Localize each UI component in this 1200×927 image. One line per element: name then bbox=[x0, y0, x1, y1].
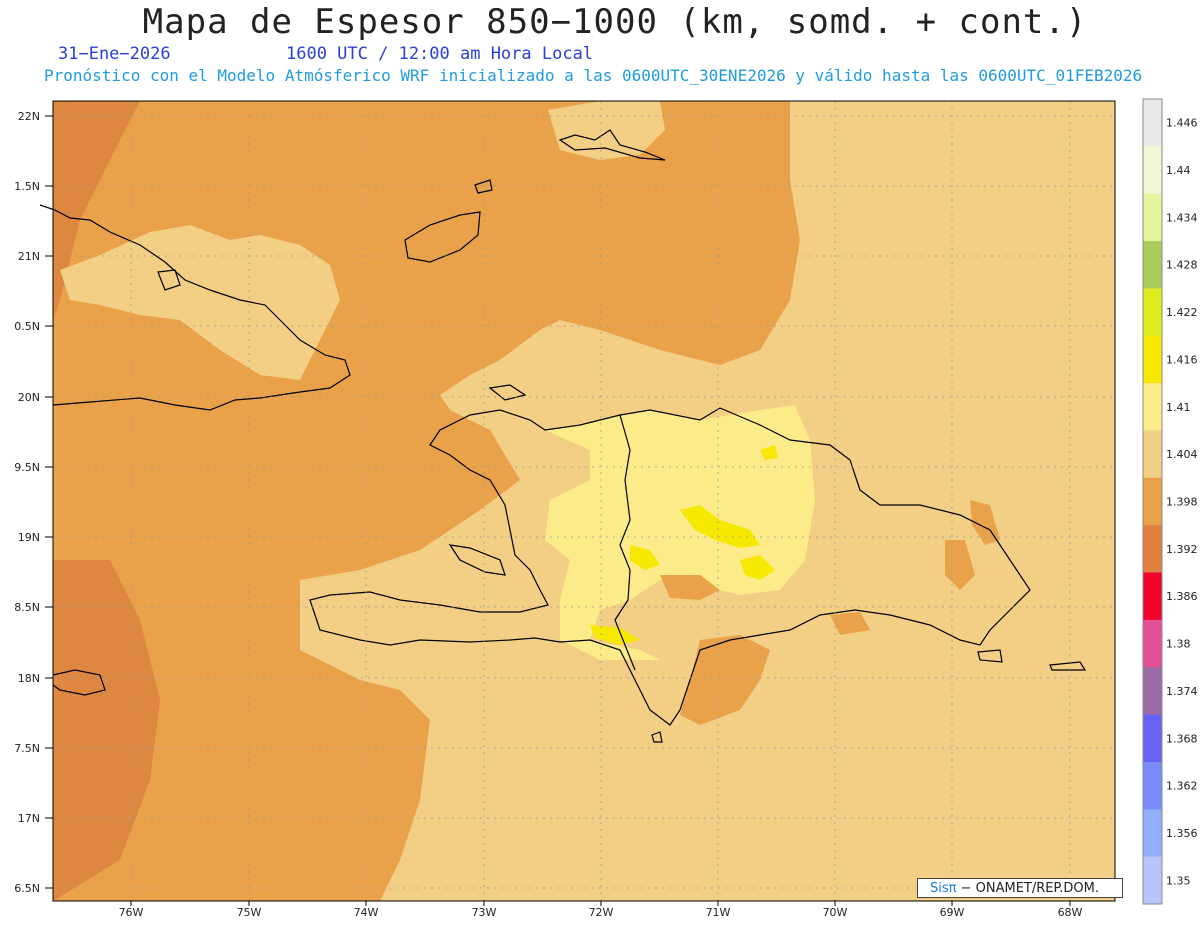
lat-label: 17N bbox=[18, 812, 40, 825]
colorbar-label: 1.386 bbox=[1166, 590, 1198, 603]
lat-label: 0.5N bbox=[14, 320, 40, 333]
colorbar-swatch bbox=[1143, 99, 1162, 147]
lat-axis: 22N 1.5N 21N 0.5N 20N 9.5N 19N 8.5N 18N … bbox=[14, 110, 40, 895]
colorbar-swatch bbox=[1143, 146, 1162, 195]
colorbar-label: 1.356 bbox=[1166, 827, 1198, 840]
colorbar-label: 1.35 bbox=[1166, 874, 1191, 887]
lon-label: 68W bbox=[1058, 906, 1083, 919]
sis-logo: Sisπ bbox=[930, 881, 957, 896]
lon-label: 70W bbox=[823, 906, 848, 919]
lat-label: 22N bbox=[18, 110, 40, 123]
colorbar-swatch bbox=[1143, 667, 1162, 716]
lon-label: 74W bbox=[354, 906, 379, 919]
colorbar-swatch bbox=[1143, 241, 1162, 289]
colorbar-swatch bbox=[1143, 572, 1162, 621]
colorbar-swatch bbox=[1143, 809, 1162, 858]
colorbar: 1.446 1.44 1.434 1.428 1.422 1.416 1.41 1.404 1.… bbox=[1142, 98, 1198, 905]
colorbar-swatch bbox=[1143, 856, 1162, 905]
colorbar-swatch bbox=[1143, 193, 1162, 242]
lon-label: 76W bbox=[119, 906, 144, 919]
lat-label: 21N bbox=[18, 250, 40, 263]
lon-axis: 76W 75W 74W 73W 72W 71W 70W 69W 68W bbox=[119, 906, 1083, 919]
lon-label: 71W bbox=[706, 906, 731, 919]
credit-text: − ONAMET/REP.DOM. bbox=[956, 881, 1100, 896]
lat-label: 1.5N bbox=[14, 180, 40, 193]
colorbar-label: 1.368 bbox=[1166, 732, 1198, 745]
lat-label: 7.5N bbox=[14, 742, 40, 755]
lon-ticks bbox=[130, 901, 1071, 906]
colorbar-label: 1.362 bbox=[1166, 780, 1198, 793]
lat-label: 20N bbox=[18, 391, 40, 404]
map-canvas: 22N 1.5N 21N 0.5N 20N 9.5N 19N 8.5N 18N … bbox=[14, 98, 1198, 919]
colorbar-swatch bbox=[1143, 525, 1162, 574]
lat-label: 18N bbox=[18, 672, 40, 685]
lat-ticks bbox=[45, 115, 53, 889]
colorbar-swatch bbox=[1143, 477, 1162, 526]
colorbar-label: 1.392 bbox=[1166, 543, 1198, 556]
credit-box: Sisπ − ONAMET/REP.DOM. bbox=[917, 878, 1123, 898]
colorbar-label: 1.374 bbox=[1166, 685, 1198, 698]
colorbar-label: 1.38 bbox=[1166, 638, 1191, 651]
colorbar-label: 1.416 bbox=[1166, 353, 1198, 366]
colorbar-label: 1.404 bbox=[1166, 448, 1198, 461]
colorbar-swatch bbox=[1143, 383, 1162, 431]
colorbar-swatch bbox=[1143, 714, 1162, 763]
lon-label: 75W bbox=[237, 906, 262, 919]
lon-label: 72W bbox=[589, 906, 614, 919]
colorbar-label: 1.41 bbox=[1166, 401, 1191, 414]
colorbar-label: 1.446 bbox=[1166, 117, 1198, 130]
colorbar-swatch bbox=[1143, 430, 1162, 479]
lon-label: 73W bbox=[472, 906, 497, 919]
colorbar-swatch bbox=[1143, 335, 1162, 384]
lon-label: 69W bbox=[940, 906, 965, 919]
colorbar-label: 1.398 bbox=[1166, 496, 1198, 509]
lat-label: 6.5N bbox=[14, 882, 40, 895]
colorbar-label: 1.422 bbox=[1166, 306, 1198, 319]
colorbar-swatch bbox=[1143, 761, 1162, 810]
colorbar-label: 1.44 bbox=[1166, 164, 1191, 177]
colorbar-label: 1.434 bbox=[1166, 211, 1198, 224]
lat-label: 9.5N bbox=[14, 461, 40, 474]
colorbar-swatch bbox=[1143, 619, 1162, 668]
lat-label: 8.5N bbox=[14, 601, 40, 614]
lat-label: 19N bbox=[18, 531, 40, 544]
colorbar-swatch bbox=[1143, 288, 1162, 337]
colorbar-label: 1.428 bbox=[1166, 259, 1198, 272]
